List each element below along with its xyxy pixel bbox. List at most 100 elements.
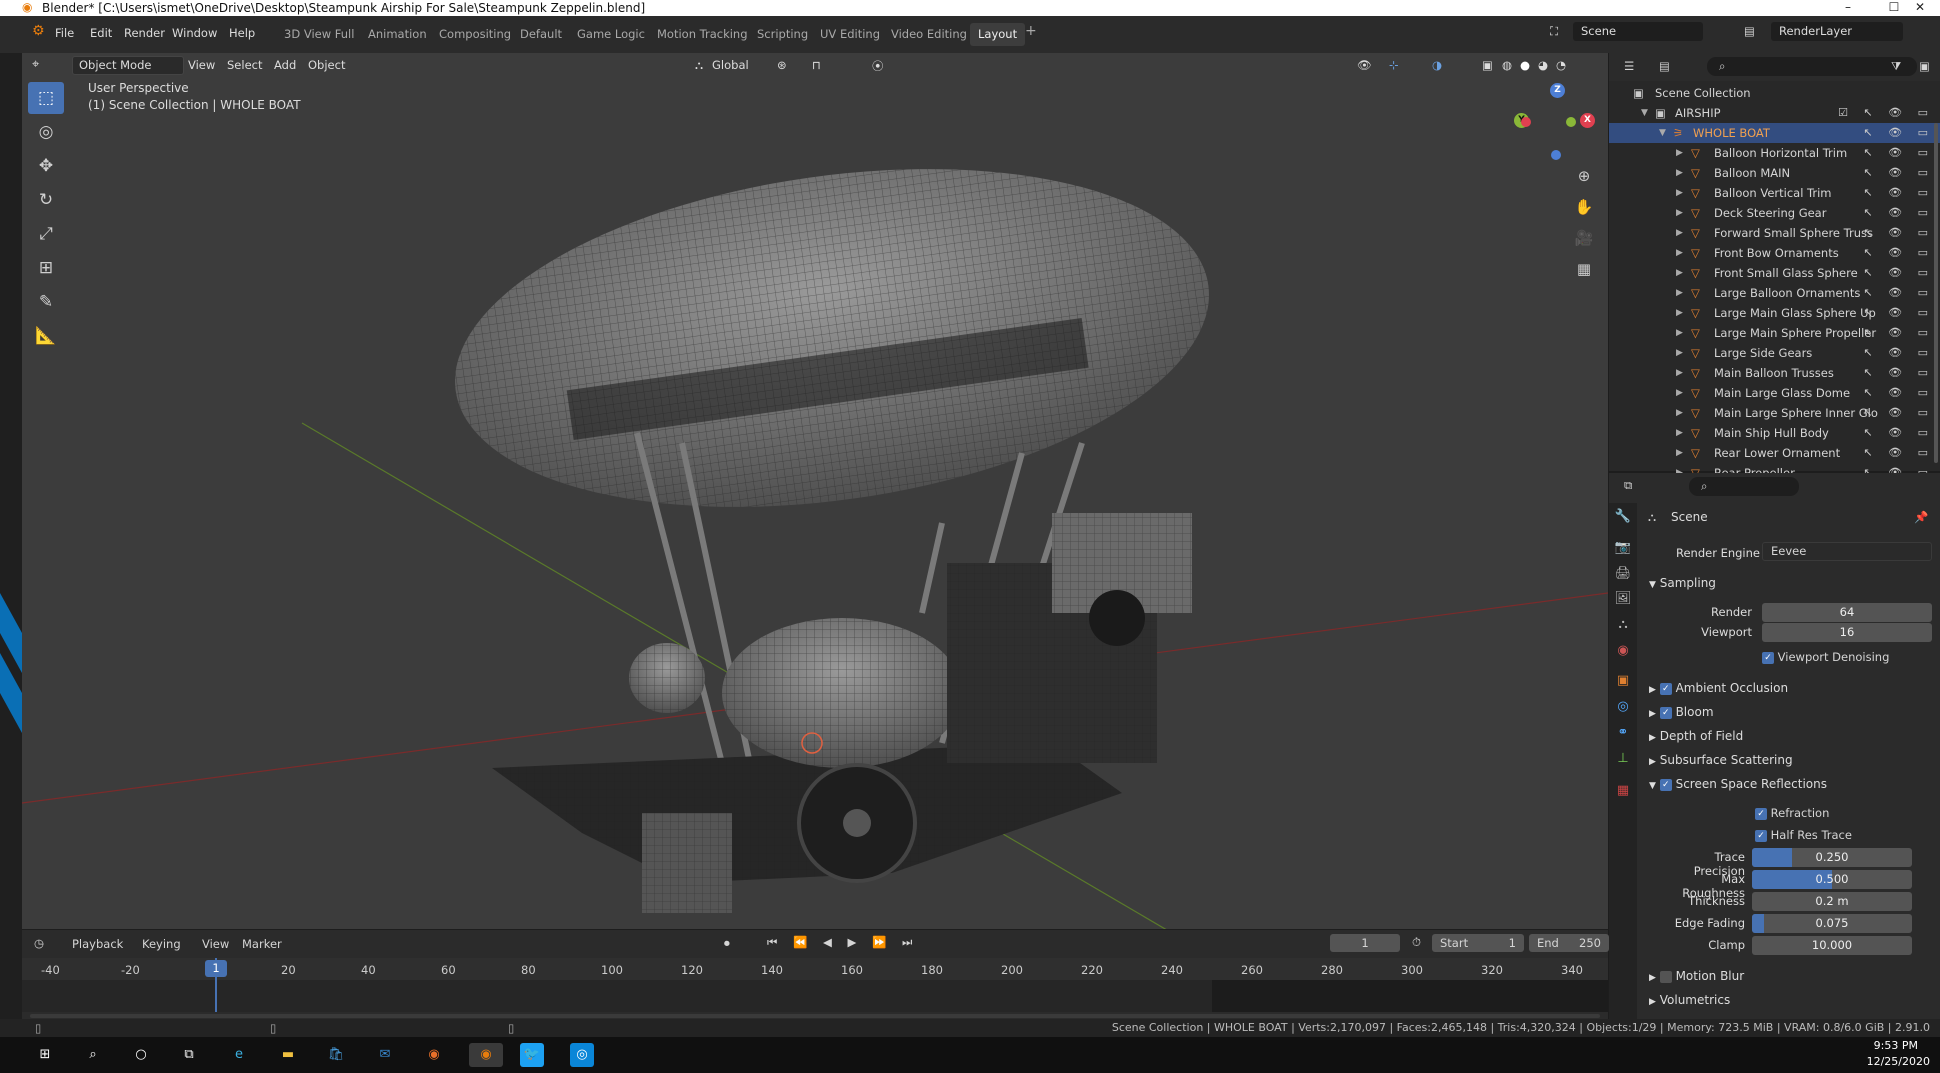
collapse-arrow-icon[interactable]: ▶ [1676, 183, 1683, 203]
visibility-toggles[interactable]: ↖ 👁 ▭ [1863, 323, 1934, 343]
collapse-arrow-icon[interactable]: ▶ [1676, 343, 1683, 363]
collapse-arrow-icon[interactable]: ▶ [1676, 303, 1683, 323]
expand-arrow-icon[interactable]: ▼ [1659, 123, 1666, 143]
gizmo-neg-x[interactable] [1521, 117, 1531, 127]
blender-taskbar-icon[interactable]: ◉ [469, 1043, 503, 1067]
twitter-icon[interactable]: 🐦 [520, 1043, 544, 1067]
filter-icon[interactable]: ⧩ [1891, 59, 1901, 74]
move-icon[interactable]: ✥ [28, 150, 64, 182]
half-res-row[interactable]: ✓ Half Res Trace [1755, 828, 1852, 842]
visibility-toggles[interactable]: ↖ 👁 ▭ [1863, 383, 1934, 403]
checkbox-checked-icon[interactable]: ✓ [1659, 682, 1672, 695]
visibility-toggles[interactable]: ↖ 👁 ▭ [1863, 263, 1934, 283]
menu-add[interactable]: Add [274, 58, 296, 72]
output-tab-icon[interactable]: 🖨 [1614, 566, 1632, 584]
texture-tab-icon[interactable]: ▦ [1614, 783, 1632, 801]
ssr-field-slider[interactable]: 0.250 [1752, 848, 1912, 867]
display-mode-icon[interactable]: ▤ [1659, 59, 1670, 73]
menu-file[interactable]: File [55, 26, 74, 40]
scale-icon[interactable]: ⤢ [28, 218, 64, 250]
visibility-toggles[interactable]: ↖ 👁 ▭ [1863, 243, 1934, 263]
scene-field[interactable]: Scene [1573, 22, 1703, 41]
transform-orientation[interactable]: Global [712, 58, 749, 72]
mail-icon[interactable]: ✉ [373, 1043, 397, 1067]
minimize-button[interactable]: – [1825, 0, 1871, 16]
tab-3d-view-full[interactable]: 3D View Full [276, 23, 362, 46]
tab-uv-editing[interactable]: UV Editing [812, 23, 888, 46]
firefox-icon[interactable]: ◉ [422, 1043, 446, 1067]
annotate-icon[interactable]: ✎ [28, 286, 64, 318]
visibility-toggles[interactable]: ↖ 👁 ▭ [1863, 343, 1934, 363]
world-tab-icon[interactable]: ◉ [1614, 643, 1632, 661]
menu-render[interactable]: Render [124, 26, 165, 40]
expand-arrow-icon[interactable]: ▼ [1641, 103, 1648, 123]
outliner-item[interactable]: ▶ ▽ Balloon Vertical Trim ↖ 👁 ▭ [1609, 183, 1940, 203]
properties-editor-icon[interactable]: ⧉ [1624, 478, 1632, 493]
section-depth-of-field[interactable]: ▶ Depth of Field [1637, 724, 1940, 748]
outliner-item[interactable]: ▶ ▽ Forward Small Sphere Truss ↖ 👁 ▭ [1609, 223, 1940, 243]
ssr-field-slider[interactable]: 10.000 [1752, 936, 1912, 955]
visibility-toggles[interactable]: ↖ 👁 ▭ [1863, 363, 1934, 383]
rendered-shading-icon[interactable]: ◔ [1556, 58, 1566, 72]
windows-start-icon[interactable]: ⊞ [33, 1043, 57, 1067]
checkbox-checked-icon[interactable]: ✓ [1755, 829, 1767, 842]
menu-marker[interactable]: Marker [242, 937, 282, 951]
gizmo-toggle-icon[interactable]: ⊹ [1389, 58, 1399, 72]
outliner-item[interactable]: ▶ ▽ Main Ship Hull Body ↖ 👁 ▭ [1609, 423, 1940, 443]
menu-window[interactable]: Window [172, 26, 217, 40]
overlay-toggle-icon[interactable]: ◑ [1432, 58, 1442, 72]
render-tab-icon[interactable]: 📷 [1614, 540, 1632, 558]
ssr-field-slider[interactable]: 0.075 [1752, 914, 1912, 933]
outliner-item[interactable]: ▶ ▽ Main Large Glass Dome ↖ 👁 ▭ [1609, 383, 1940, 403]
select-box-icon[interactable]: ⬚ [28, 82, 64, 114]
pan-hand-icon[interactable]: ✋ [1570, 193, 1598, 221]
measure-icon[interactable]: 📐 [28, 320, 64, 352]
visibility-toggles[interactable]: ↖ 👁 ▭ [1863, 123, 1934, 143]
current-frame-field[interactable]: 1 [1330, 934, 1400, 952]
cursor-icon[interactable]: ◎ [28, 116, 64, 148]
outliner-item[interactable]: ▶ ▽ Large Balloon Ornaments ↖ 👁 ▭ [1609, 283, 1940, 303]
tab-video-editing[interactable]: Video Editing [883, 23, 975, 46]
outliner-item[interactable]: ▶ ▽ Front Bow Ornaments ↖ 👁 ▭ [1609, 243, 1940, 263]
visibility-toggles[interactable]: ↖ 👁 ▭ [1863, 143, 1934, 163]
visibility-toggles[interactable]: ↖ 👁 ▭ [1863, 403, 1934, 423]
tab-layout[interactable]: Layout [970, 23, 1026, 46]
menu-keying[interactable]: Keying [142, 937, 181, 951]
collapse-arrow-icon[interactable]: ▶ [1676, 323, 1683, 343]
constraints-tab-icon[interactable]: ⚭ [1614, 725, 1632, 743]
editor-type-icon[interactable]: ⌖ [32, 57, 39, 72]
ssr-field-slider[interactable]: 0.2 m [1752, 892, 1912, 911]
section-subsurface-scattering[interactable]: ▶ Subsurface Scattering [1637, 748, 1940, 772]
checkbox-checked-icon[interactable]: ✓ [1762, 651, 1774, 664]
tab-game-logic[interactable]: Game Logic [569, 23, 653, 46]
collapse-arrow-icon[interactable]: ▶ [1676, 243, 1683, 263]
gizmo-neg-z[interactable] [1551, 150, 1561, 160]
menu-edit[interactable]: Edit [90, 26, 112, 40]
viewport-samples-field[interactable]: 16 [1762, 623, 1932, 642]
task-view-icon[interactable]: ⧉ [177, 1043, 201, 1067]
outliner-item[interactable]: ▶ ▽ Balloon Horizontal Trim ↖ 👁 ▭ [1609, 143, 1940, 163]
gizmo-neg-y[interactable] [1566, 117, 1576, 127]
store-icon[interactable]: 🛍 [324, 1043, 348, 1067]
pivot-icon[interactable]: ⊛ [777, 58, 787, 72]
checkbox-checked-icon[interactable]: ✓ [1659, 778, 1672, 791]
refraction-row[interactable]: ✓ Refraction [1755, 806, 1829, 820]
rotate-icon[interactable]: ↻ [28, 184, 64, 216]
outliner-item[interactable]: ▶ ▽ Large Main Glass Sphere Up ↖ 👁 ▭ [1609, 303, 1940, 323]
mode-select[interactable]: Object Mode [72, 56, 184, 75]
timeline-scrollbar[interactable] [30, 1014, 1600, 1018]
outliner-item[interactable]: ▶ ▽ Large Main Sphere Propeller ↖ 👁 ▭ [1609, 323, 1940, 343]
file-explorer-icon[interactable]: ▬ [276, 1043, 300, 1067]
3d-viewport[interactable] [22, 53, 1608, 929]
wireframe-shading-icon[interactable]: ◍ [1502, 58, 1512, 72]
gizmo-z-axis[interactable]: Z [1550, 83, 1565, 98]
collapse-arrow-icon[interactable]: ▶ [1676, 163, 1683, 183]
transform-icon[interactable]: ⊞ [28, 252, 64, 284]
xray-icon[interactable]: ▣ [1482, 58, 1493, 72]
checkbox-checked-icon[interactable]: ✓ [1755, 807, 1767, 820]
camera-icon[interactable]: 🎥 [1570, 224, 1598, 252]
new-collection-icon[interactable]: ▣ [1919, 59, 1930, 73]
physics-tab-icon[interactable]: ◎ [1614, 699, 1632, 717]
tab-scripting[interactable]: Scripting [749, 23, 816, 46]
timeline-editor-icon[interactable]: ◷ [34, 936, 44, 950]
